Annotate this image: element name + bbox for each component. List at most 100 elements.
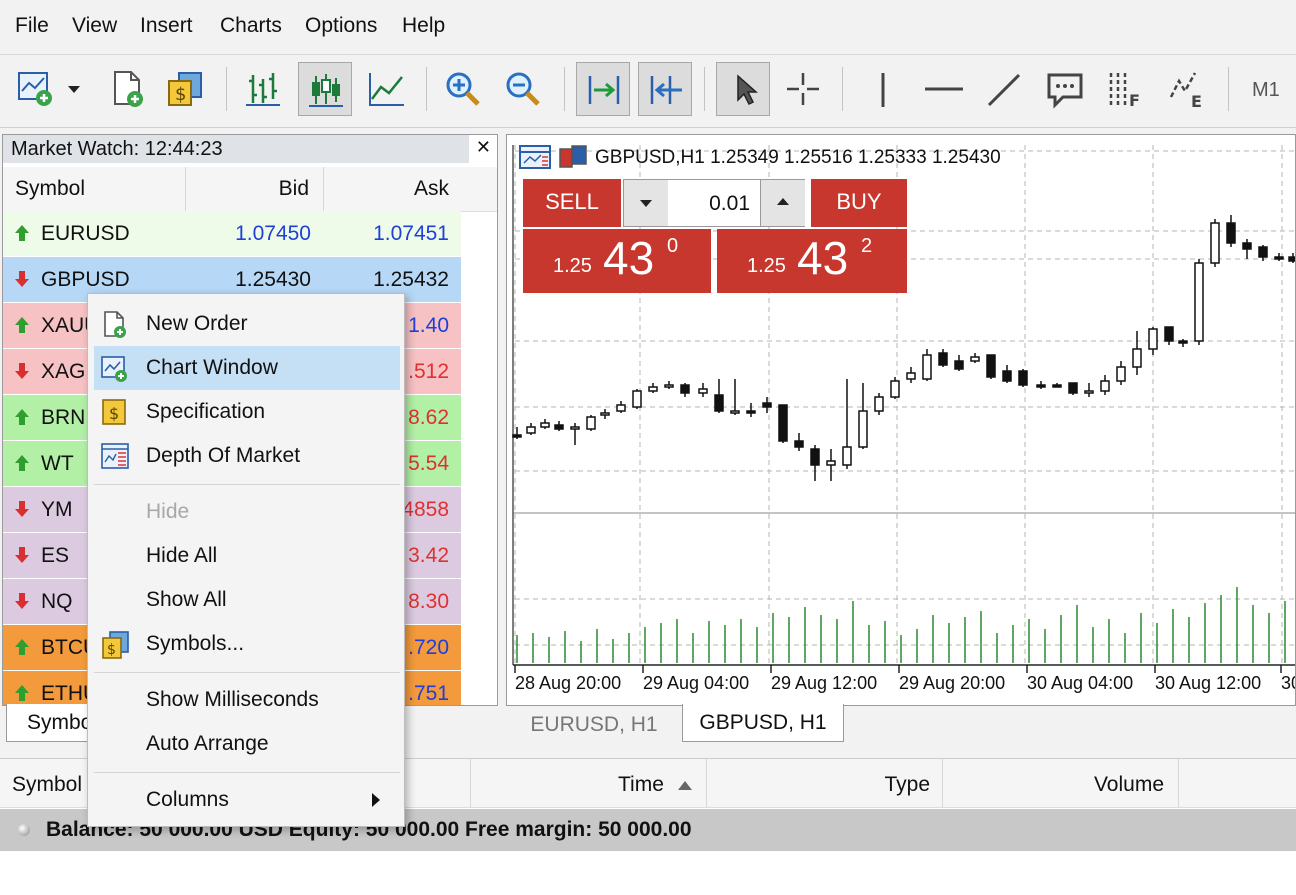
menu-charts[interactable]: Charts xyxy=(220,14,282,38)
new-order-button[interactable] xyxy=(100,62,154,116)
ask-value: 8.62 xyxy=(408,406,449,429)
market-row-eurusd[interactable]: EURUSD 1.07450 1.07451 xyxy=(3,211,461,256)
candle-body xyxy=(938,352,948,366)
candle-body xyxy=(632,390,642,408)
line-chart-button[interactable] xyxy=(360,62,414,116)
cursor-tool-button[interactable] xyxy=(716,62,770,116)
volume-increase-button[interactable] xyxy=(760,180,805,226)
menu-item-symbols[interactable]: $ Symbols... xyxy=(94,622,400,666)
column-volume[interactable]: Volume xyxy=(1094,759,1164,807)
sort-ascending-icon xyxy=(678,781,692,790)
sell-button[interactable]: SELL xyxy=(523,179,621,227)
candlestick-chart-button[interactable] xyxy=(298,62,352,116)
close-icon[interactable]: ✕ xyxy=(476,137,491,158)
time-label: 30 Aug 12:00 xyxy=(1155,673,1261,693)
time-label: 30 Aug 04:00 xyxy=(1027,673,1133,693)
menu-view[interactable]: View xyxy=(72,14,117,38)
candle-body xyxy=(664,384,674,388)
column-symbol[interactable]: Symbol xyxy=(12,759,82,807)
column-symbol[interactable]: Symbol xyxy=(15,167,85,211)
cursor-icon xyxy=(737,74,758,106)
bar-chart-icon xyxy=(246,73,280,106)
fibonacci-icon: F xyxy=(1109,73,1140,109)
menu-item-show-all[interactable]: Show All xyxy=(94,578,400,622)
menu-separator xyxy=(94,772,400,773)
market-watch-title: Market Watch: 12:44:23 xyxy=(3,135,469,163)
volume-input[interactable]: 0.01 xyxy=(668,180,760,226)
menu-bar: File View Insert Charts Options Help xyxy=(0,0,1296,55)
zoom-out-button[interactable] xyxy=(496,62,550,116)
menu-item-show-milliseconds[interactable]: Show Milliseconds xyxy=(94,678,400,722)
status-dot-icon xyxy=(18,824,30,836)
column-ask[interactable]: Ask xyxy=(414,167,449,211)
symbols-button[interactable]: $ xyxy=(158,62,212,116)
buy-price[interactable]: 1.25 43 2 xyxy=(717,229,907,293)
sell-price-big: 43 xyxy=(603,232,655,284)
auto-scroll-button[interactable] xyxy=(576,62,630,116)
menu-file[interactable]: File xyxy=(15,14,49,38)
zoom-in-icon xyxy=(446,72,480,106)
timeframe-m1[interactable]: M1 xyxy=(1252,79,1280,102)
menu-options[interactable]: Options xyxy=(305,14,377,38)
tab-gbpusd-h1[interactable]: GBPUSD, H1 xyxy=(682,704,844,742)
candle-body xyxy=(1084,390,1094,394)
menu-item-new-order[interactable]: New Order xyxy=(94,302,400,346)
elliott-wave-button[interactable]: E xyxy=(1160,62,1214,116)
menu-item-label: Show All xyxy=(146,588,227,611)
symbol-name: EURUSD xyxy=(41,222,130,245)
candle-body xyxy=(826,460,836,466)
candle-body xyxy=(842,446,852,466)
menu-item-specification[interactable]: $ Specification xyxy=(94,390,400,434)
speech-bubble-icon xyxy=(1047,73,1083,109)
crosshair-button[interactable] xyxy=(776,62,830,116)
bar-chart-button[interactable] xyxy=(236,62,290,116)
time-label: 28 Aug 20:00 xyxy=(515,673,621,693)
menu-help[interactable]: Help xyxy=(402,14,445,38)
vertical-line-button[interactable] xyxy=(856,62,910,116)
menu-item-label: New Order xyxy=(146,312,248,335)
new-chart-button[interactable] xyxy=(10,62,86,116)
column-bid[interactable]: Bid xyxy=(279,167,309,211)
ask-value: .512 xyxy=(408,360,449,383)
menu-item-chart-window[interactable]: Chart Window xyxy=(94,346,400,390)
arrow-down-icon xyxy=(15,547,29,563)
svg-text:$: $ xyxy=(107,642,116,658)
text-label-button[interactable] xyxy=(1038,62,1092,116)
horizontal-line-button[interactable] xyxy=(916,62,970,116)
one-click-trading-icon[interactable] xyxy=(559,145,589,171)
menu-item-auto-arrange[interactable]: Auto Arrange xyxy=(94,722,400,766)
candle-body xyxy=(586,416,596,430)
menu-item-label: Hide All xyxy=(146,544,218,567)
arrow-up-icon xyxy=(15,455,29,471)
svg-text:E: E xyxy=(1191,92,1202,109)
column-time[interactable]: Time xyxy=(618,759,664,807)
elliott-wave-icon: E xyxy=(1169,72,1202,109)
menu-insert[interactable]: Insert xyxy=(140,14,193,38)
candle-body xyxy=(540,422,550,428)
buy-button[interactable]: BUY xyxy=(811,179,907,227)
menu-item-depth-of-market[interactable]: Depth Of Market xyxy=(94,434,400,478)
column-type[interactable]: Type xyxy=(884,759,930,807)
candle-body xyxy=(762,402,772,408)
zoom-in-button[interactable] xyxy=(436,62,490,116)
volume-stepper[interactable]: 0.01 xyxy=(623,179,805,227)
volume-decrease-button[interactable] xyxy=(624,180,669,226)
candle-body xyxy=(1242,242,1252,250)
chart-window-icon xyxy=(519,145,551,169)
menu-item-columns[interactable]: Columns xyxy=(94,778,400,822)
sell-price[interactable]: 1.25 43 0 xyxy=(523,229,711,293)
chart-window[interactable]: 28 Aug 20:00 29 Aug 04:00 29 Aug 12:00 29 A… xyxy=(506,134,1296,706)
candle-body xyxy=(858,410,868,448)
arrow-down-icon xyxy=(15,593,29,609)
toolbar: $ F E M1 xyxy=(0,55,1296,128)
chevron-up-icon xyxy=(777,198,789,205)
ask-value: .751 xyxy=(408,682,449,705)
candle-body xyxy=(970,356,980,362)
trendline-button[interactable] xyxy=(976,62,1030,116)
candle-body xyxy=(1258,246,1268,258)
menu-item-hide-all[interactable]: Hide All xyxy=(94,534,400,578)
submenu-arrow-icon xyxy=(372,793,380,807)
fibonacci-button[interactable]: F xyxy=(1098,62,1152,116)
chart-shift-button[interactable] xyxy=(638,62,692,116)
tab-eurusd-h1[interactable]: EURUSD, H1 xyxy=(506,706,682,744)
